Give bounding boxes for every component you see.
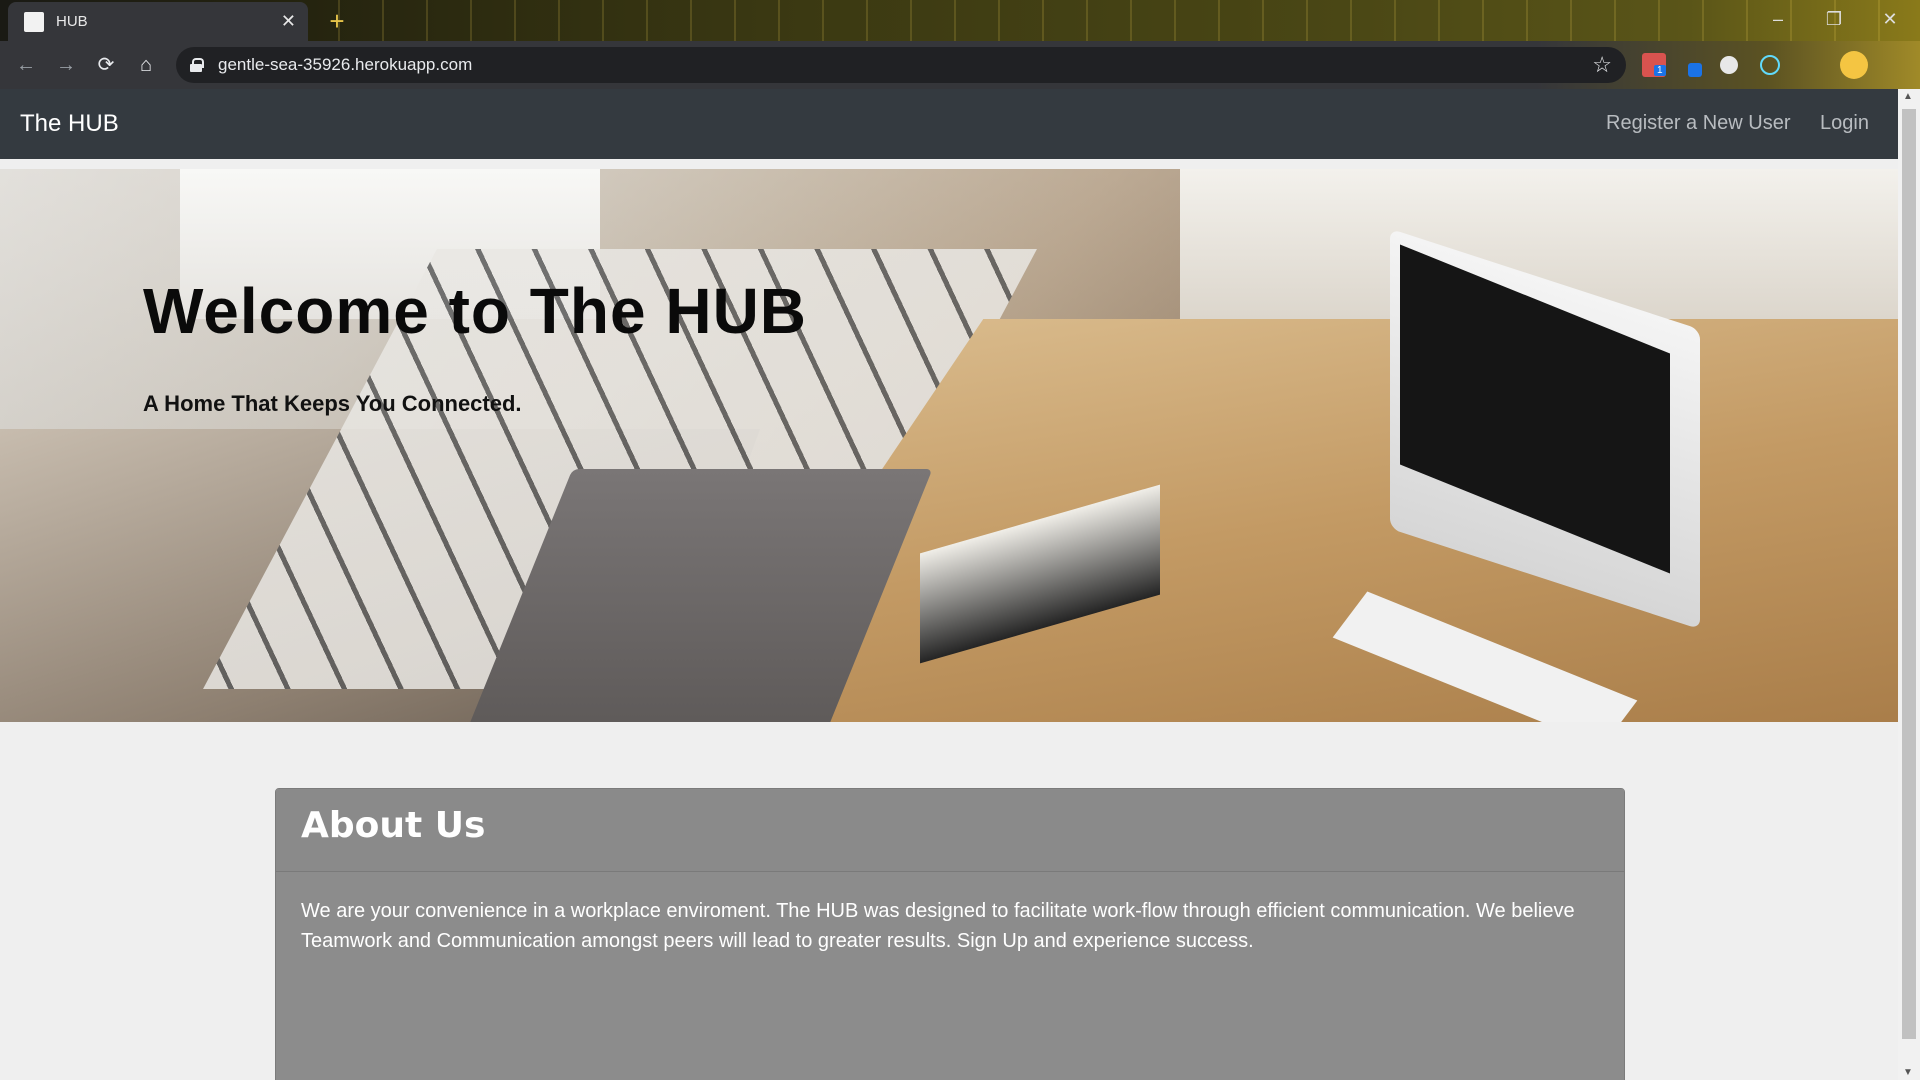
hero-banner: Welcome to The HUB A Home That Keeps You…: [0, 169, 1898, 722]
extension-icon[interactable]: [1720, 56, 1738, 74]
extension-icon[interactable]: 1: [1642, 53, 1666, 77]
about-body: We are your convenience in a workplace e…: [301, 900, 1575, 952]
address-bar[interactable]: gentle-sea-35926.herokuapp.com ☆: [176, 47, 1626, 83]
profile-avatar[interactable]: [1840, 51, 1868, 79]
home-button[interactable]: ⌂: [130, 49, 162, 81]
brand-link[interactable]: The HUB: [20, 110, 119, 138]
react-devtools-icon[interactable]: [1760, 55, 1780, 75]
browser-toolbar: ← → ⟳ ⌂ gentle-sea-35926.herokuapp.com ☆…: [0, 41, 1920, 89]
close-window-button[interactable]: ✕: [1862, 0, 1918, 38]
scroll-up-icon[interactable]: ▲: [1903, 91, 1913, 102]
back-button[interactable]: ←: [10, 49, 42, 81]
close-tab-icon[interactable]: ✕: [281, 11, 296, 32]
extension-badge: 1: [1654, 65, 1666, 76]
lock-icon: [190, 58, 204, 72]
new-tab-button[interactable]: +: [322, 6, 352, 36]
scroll-down-icon[interactable]: ▼: [1903, 1067, 1913, 1078]
restore-button[interactable]: ❐: [1806, 0, 1862, 38]
bookmark-star-icon[interactable]: ☆: [1592, 52, 1612, 78]
site-navbar: The HUB Register a New User Login: [0, 89, 1898, 159]
register-link[interactable]: Register a New User: [1606, 112, 1791, 135]
about-card: About Us We are your convenience in a wo…: [275, 788, 1625, 1080]
page-viewport: The HUB Register a New User Login Welcom…: [0, 89, 1898, 1080]
hero-title: Welcome to The HUB: [143, 275, 807, 347]
forward-button[interactable]: →: [50, 49, 82, 81]
extension-icon[interactable]: [1688, 63, 1702, 77]
scrollbar-thumb[interactable]: [1902, 109, 1916, 1039]
login-link[interactable]: Login: [1820, 112, 1869, 135]
browser-tab[interactable]: HUB ✕: [8, 2, 308, 41]
about-card-header: About Us: [276, 789, 1624, 872]
vertical-scrollbar[interactable]: ▲ ▼: [1898, 89, 1920, 1080]
minimize-button[interactable]: –: [1750, 0, 1806, 38]
hero-tagline: A Home That Keeps You Connected.: [143, 391, 522, 416]
reload-button[interactable]: ⟳: [90, 49, 122, 81]
browser-theme-pattern: [320, 0, 1920, 41]
favicon-icon: [24, 11, 44, 32]
url-text: gentle-sea-35926.herokuapp.com: [218, 55, 473, 74]
about-heading: About Us: [301, 805, 486, 846]
tab-title: HUB: [56, 13, 88, 30]
browser-tab-strip: HUB ✕ + – ❐ ✕: [0, 0, 1920, 41]
